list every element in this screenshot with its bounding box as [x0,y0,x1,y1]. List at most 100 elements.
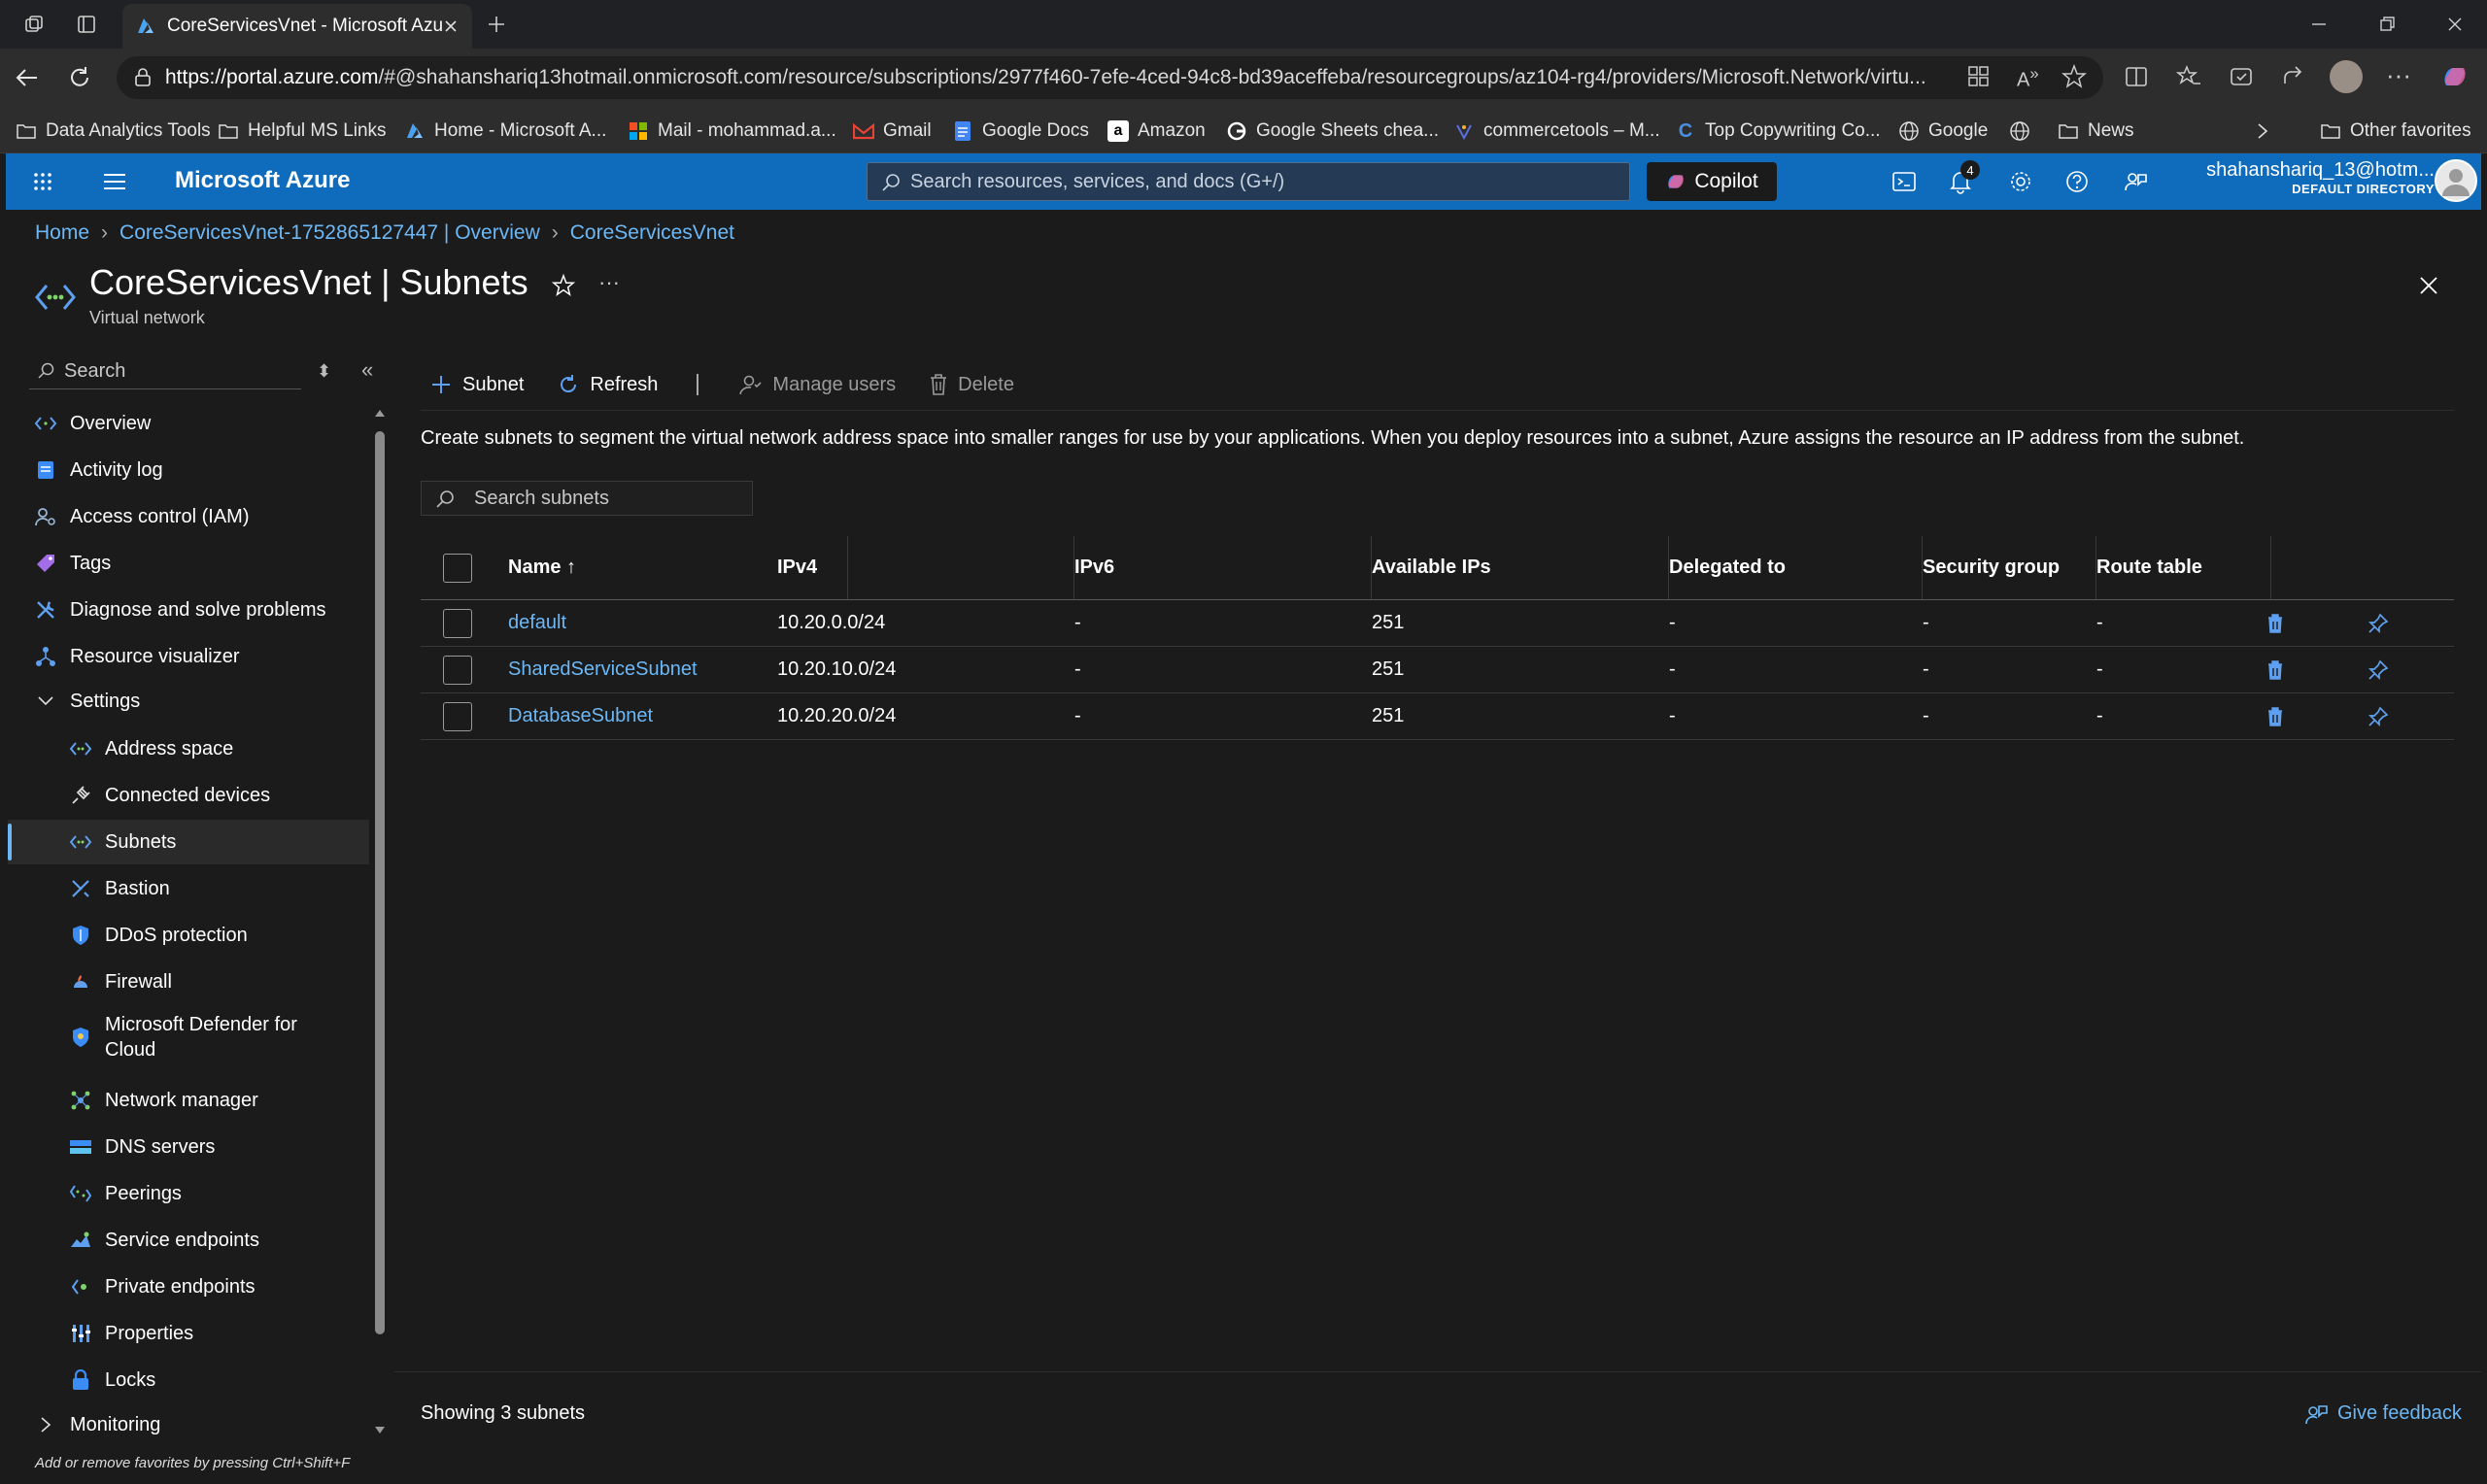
new-tab-icon[interactable] [480,8,513,41]
favorites-icon[interactable] [2176,64,2201,89]
column-header-ipv4[interactable]: IPv4 [777,536,1074,599]
select-all-checkbox[interactable] [443,536,472,599]
subnet-name-link[interactable]: default [508,600,566,646]
close-blade-icon[interactable] [2417,274,2440,297]
sidebar-item-defender[interactable]: Microsoft Defender for Cloud [8,1006,369,1068]
sidebar-search-input[interactable]: Search [29,354,301,389]
bookmark-google-docs[interactable]: Google Docs [952,117,1089,146]
pin-row-icon[interactable] [2368,647,2389,692]
read-aloud-icon[interactable]: A» [2017,64,2039,92]
url-field[interactable]: https://portal.azure.com/#@shahanshariq1… [117,56,2103,99]
back-icon[interactable] [14,64,41,91]
favorite-star-icon[interactable] [552,274,575,297]
subnet-name-link[interactable]: SharedServiceSubnet [508,647,698,692]
sidebar-group-settings[interactable]: Settings [8,679,369,724]
sidebar-item-connected-devices[interactable]: Connected devices [8,773,369,818]
bookmark-data-analytics-tools[interactable]: Data Analytics Tools [16,117,211,146]
minimize-icon[interactable] [2302,8,2335,41]
delete-button[interactable]: Delete [929,373,1014,396]
bookmark-amazon[interactable]: a Amazon [1107,117,1206,146]
global-search-input[interactable]: Search resources, services, and docs (G+… [867,162,1630,201]
delete-row-icon[interactable] [2266,600,2284,646]
row-checkbox[interactable] [443,693,472,739]
more-options-icon[interactable]: ··· [2386,60,2411,90]
chevron-right-icon[interactable] [2256,117,2269,146]
manage-users-button[interactable]: Manage users [737,373,896,396]
delete-row-icon[interactable] [2266,693,2284,739]
copilot-browser-icon[interactable] [2440,62,2470,91]
breadcrumb-current[interactable]: CoreServicesVnet [570,221,734,245]
sidebar-item-peerings[interactable]: Peerings [8,1171,369,1216]
pin-row-icon[interactable] [2368,600,2389,646]
tab-actions-icon[interactable] [70,8,103,41]
sidebar-scrollbar-thumb[interactable] [375,431,385,1334]
bookmark-top-copywriting[interactable]: C Top Copywriting Co... [1675,117,1881,146]
account-info[interactable]: shahanshariq_13@hotm... DEFAULT DIRECTOR… [2192,159,2435,196]
column-header-ipv6[interactable]: IPv6 [1074,536,1372,599]
breadcrumb-overview[interactable]: CoreServicesVnet-1752865127447 | Overvie… [119,221,540,245]
app-launcher-icon[interactable] [27,166,58,197]
sidebar-item-address-space[interactable]: Address space [8,726,369,771]
subnet-name-link[interactable]: DatabaseSubnet [508,693,653,739]
collapse-sidebar-icon[interactable]: « [361,357,373,383]
browser-essentials-icon[interactable] [2229,64,2254,89]
favorite-star-icon[interactable] [2061,64,2087,89]
workspaces-icon[interactable] [17,8,51,41]
add-subnet-button[interactable]: Subnet [429,373,524,396]
sidebar-item-properties[interactable]: Properties [8,1311,369,1356]
cloud-shell-icon[interactable] [1889,166,1920,197]
bookmark-google[interactable]: Google [1898,117,1988,146]
delete-row-icon[interactable] [2266,647,2284,692]
sidebar-item-access-control[interactable]: Access control (IAM) [8,494,369,539]
sidebar-item-service-endpoints[interactable]: Service endpoints [8,1218,369,1263]
split-screen-icon[interactable] [2124,64,2149,89]
row-checkbox[interactable] [443,647,472,692]
sidebar-item-bastion[interactable]: Bastion [8,866,369,911]
sidebar-item-firewall[interactable]: Firewall [8,960,369,1004]
avatar[interactable] [2435,159,2477,202]
sort-icon[interactable]: ⬍ [317,361,331,382]
sidebar-item-ddos-protection[interactable]: DDoS protection [8,913,369,958]
reload-icon[interactable] [66,64,93,91]
give-feedback-link[interactable]: Give feedback [2304,1402,2462,1425]
portal-menu-icon[interactable] [99,166,130,197]
azure-brand[interactable]: Microsoft Azure [175,167,350,194]
bookmark-home-microsoft-azure[interactable]: Home - Microsoft A... [404,117,606,146]
bookmark-commercetools[interactable]: commercetools – M... [1453,117,1660,146]
sidebar-item-diagnose[interactable]: Diagnose and solve problems [8,588,369,632]
sidebar-group-monitoring[interactable]: Monitoring [8,1402,369,1447]
sidebar-item-network-manager[interactable]: Network manager [8,1078,369,1123]
copilot-button[interactable]: Copilot [1647,162,1777,201]
tab-active[interactable]: CoreServicesVnet - Microsoft Azure [122,4,472,49]
sidebar-item-subnets[interactable]: Subnets [8,820,369,864]
apps-icon[interactable] [1966,64,1992,89]
close-tab-icon[interactable] [443,18,459,34]
sidebar-item-private-endpoints[interactable]: Private endpoints [8,1265,369,1309]
share-icon[interactable] [2281,64,2306,89]
bookmark-gmail[interactable]: Gmail [853,117,932,146]
pin-row-icon[interactable] [2368,693,2389,739]
more-actions-icon[interactable]: ··· [598,270,620,295]
profile-avatar[interactable] [2330,60,2363,93]
column-header-delegated-to[interactable]: Delegated to [1669,536,1923,599]
sidebar-item-overview[interactable]: Overview [8,401,369,446]
bookmark-helpful-ms-links[interactable]: Helpful MS Links [218,117,387,146]
feedback-icon[interactable] [2120,166,2151,197]
bookmark-mail[interactable]: Mail - mohammad.a... [628,117,836,146]
settings-gear-icon[interactable] [2005,166,2036,197]
bookmark-news[interactable]: News [2058,117,2134,146]
help-icon[interactable] [2061,166,2093,197]
breadcrumb-home[interactable]: Home [35,221,89,245]
restore-icon[interactable] [2370,8,2403,41]
bookmark-other-favorites[interactable]: Other favorites [2320,117,2471,146]
row-checkbox[interactable] [443,600,472,646]
close-window-icon[interactable] [2438,8,2471,41]
sidebar-item-dns-servers[interactable]: DNS servers [8,1125,369,1169]
column-header-security-group[interactable]: Security group [1923,536,2096,599]
bookmark-google-sheets[interactable]: Google Sheets chea... [1226,117,1439,146]
subnet-search-input[interactable]: Search subnets [421,481,753,516]
sidebar-item-locks[interactable]: Locks [8,1358,369,1402]
sidebar-item-activity-log[interactable]: Activity log [8,448,369,492]
refresh-button[interactable]: Refresh [557,373,658,396]
bookmark-globe[interactable] [2009,117,2039,146]
